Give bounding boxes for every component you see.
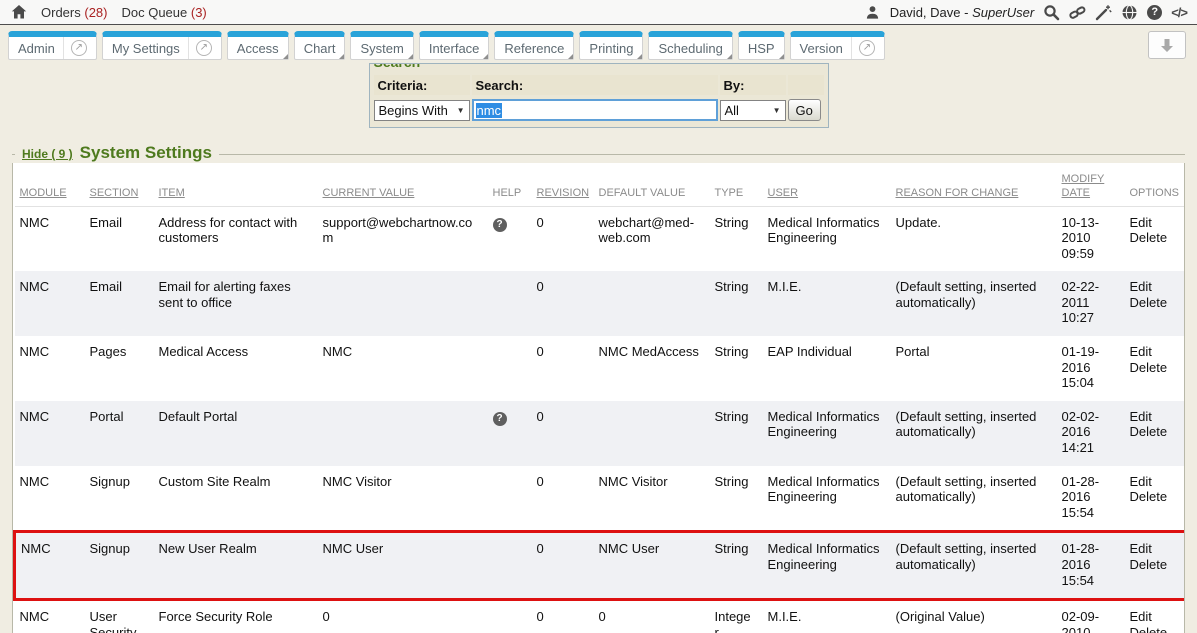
- delete-link[interactable]: Delete: [1130, 424, 1178, 440]
- tab-hsp[interactable]: HSP: [738, 31, 785, 60]
- by-label: By:: [720, 75, 786, 95]
- table-row: NMC Email Address for contact with custo…: [15, 206, 1186, 271]
- tab-chart[interactable]: Chart: [294, 31, 346, 60]
- delete-link[interactable]: Delete: [1130, 360, 1178, 376]
- table-header-row: MODULE SECTION ITEM CURRENT VALUE HELP R…: [15, 163, 1186, 206]
- page-title: System Settings: [80, 143, 212, 163]
- go-spacer: [788, 75, 824, 95]
- table-row: NMC Pages Medical Access NMC 0 NMC MedAc…: [15, 336, 1186, 401]
- search-input[interactable]: nmc: [472, 99, 718, 121]
- dropdown-corner-icon: [637, 54, 642, 59]
- help-icon[interactable]: ?: [493, 412, 507, 426]
- search-panel-legend: Search: [374, 64, 824, 73]
- edit-link[interactable]: Edit: [1130, 344, 1178, 360]
- table-row-highlighted: NMC Signup New User Realm NMC User 0 NMC…: [15, 532, 1186, 600]
- chevron-down-icon: ▼: [773, 106, 785, 115]
- topbar-right: David, Dave - SuperUser ? </>: [864, 4, 1187, 21]
- delete-link[interactable]: Delete: [1130, 295, 1178, 311]
- tab-access[interactable]: Access: [227, 31, 289, 60]
- col-type: TYPE: [710, 163, 763, 206]
- tab-admin[interactable]: Admin ↗: [8, 31, 97, 60]
- col-current-value[interactable]: CURRENT VALUE: [318, 163, 488, 206]
- col-default-value: DEFAULT VALUE: [594, 163, 710, 206]
- col-section[interactable]: SECTION: [85, 163, 154, 206]
- dropdown-corner-icon: [339, 54, 344, 59]
- launch-icon[interactable]: ↗: [71, 40, 87, 56]
- criteria-label: Criteria:: [374, 75, 470, 95]
- topbar: Orders (28) Doc Queue (3) David, Dave - …: [0, 0, 1197, 25]
- edit-link[interactable]: Edit: [1130, 541, 1177, 557]
- user-menu[interactable]: David, Dave - SuperUser: [890, 5, 1035, 20]
- doc-queue-count: (3): [191, 5, 207, 20]
- col-user[interactable]: USER: [763, 163, 891, 206]
- user-role: SuperUser: [972, 5, 1034, 20]
- help-icon[interactable]: ?: [493, 218, 507, 232]
- tab-my-settings[interactable]: My Settings ↗: [102, 31, 222, 60]
- tab-system[interactable]: System: [350, 31, 413, 60]
- col-revision[interactable]: REVISION: [532, 163, 594, 206]
- settings-table-container: MODULE SECTION ITEM CURRENT VALUE HELP R…: [12, 163, 1185, 633]
- col-options: OPTIONS: [1125, 163, 1186, 206]
- table-row: NMC User Security Force Security Role 0 …: [15, 600, 1186, 633]
- search-icon[interactable]: [1043, 4, 1060, 21]
- delete-link[interactable]: Delete: [1130, 557, 1177, 573]
- system-settings-section: Hide ( 9 ) System Settings MODULE SECTIO…: [12, 143, 1185, 633]
- tab-interface[interactable]: Interface: [419, 31, 490, 60]
- edit-link[interactable]: Edit: [1130, 215, 1178, 231]
- col-module[interactable]: MODULE: [15, 163, 85, 206]
- launch-icon[interactable]: ↗: [196, 40, 212, 56]
- dropdown-corner-icon: [779, 54, 784, 59]
- dropdown-corner-icon: [483, 54, 488, 59]
- table-row: NMC Email Email for alerting faxes sent …: [15, 271, 1186, 336]
- tab-scheduling[interactable]: Scheduling: [648, 31, 732, 60]
- edit-link[interactable]: Edit: [1130, 474, 1178, 490]
- col-item[interactable]: ITEM: [154, 163, 318, 206]
- dropdown-corner-icon: [727, 54, 732, 59]
- table-row: NMC Signup Custom Site Realm NMC Visitor…: [15, 466, 1186, 532]
- down-arrow-icon: [1160, 38, 1174, 53]
- collapse-tabs-button[interactable]: [1148, 31, 1186, 59]
- tab-reference[interactable]: Reference: [494, 31, 574, 60]
- delete-link[interactable]: Delete: [1130, 625, 1178, 633]
- search-input-value: nmc: [476, 103, 503, 118]
- dropdown-corner-icon: [568, 54, 573, 59]
- col-help: HELP: [488, 163, 532, 206]
- tab-version[interactable]: Version ↗: [790, 31, 885, 60]
- nav-orders[interactable]: Orders (28): [41, 5, 107, 20]
- col-modify-date[interactable]: MODIFY DATE: [1057, 163, 1125, 206]
- delete-link[interactable]: Delete: [1130, 230, 1178, 246]
- help-icon[interactable]: ?: [1147, 5, 1162, 20]
- delete-link[interactable]: Delete: [1130, 489, 1178, 505]
- col-reason[interactable]: REASON FOR CHANGE: [891, 163, 1057, 206]
- tabbar: Admin ↗ My Settings ↗ Access Chart Syste…: [0, 25, 1197, 63]
- link-icon[interactable]: [1069, 4, 1086, 21]
- hide-link[interactable]: Hide ( 9 ): [22, 147, 73, 163]
- globe-icon[interactable]: [1121, 4, 1138, 21]
- launch-icon[interactable]: ↗: [859, 40, 875, 56]
- search-label: Search:: [472, 75, 718, 95]
- wand-icon[interactable]: [1095, 4, 1112, 21]
- tab-printing[interactable]: Printing: [579, 31, 643, 60]
- user-icon: [864, 4, 881, 21]
- table-row: NMC Portal Default Portal ? 0 String Med…: [15, 401, 1186, 466]
- go-button[interactable]: Go: [788, 99, 821, 121]
- edit-link[interactable]: Edit: [1130, 279, 1178, 295]
- edit-link[interactable]: Edit: [1130, 409, 1178, 425]
- orders-count: (28): [84, 5, 107, 20]
- criteria-select[interactable]: Begins With ▼: [374, 100, 470, 121]
- dropdown-corner-icon: [408, 54, 413, 59]
- chevron-down-icon: ▼: [457, 106, 469, 115]
- code-icon[interactable]: </>: [1171, 5, 1187, 20]
- settings-table: MODULE SECTION ITEM CURRENT VALUE HELP R…: [13, 163, 1185, 633]
- home-icon[interactable]: [10, 4, 27, 21]
- dropdown-corner-icon: [283, 54, 288, 59]
- nav-doc-queue[interactable]: Doc Queue (3): [121, 5, 206, 20]
- search-panel: Search Criteria: Search: By: Begins With…: [369, 63, 829, 128]
- by-select[interactable]: All ▼: [720, 100, 786, 121]
